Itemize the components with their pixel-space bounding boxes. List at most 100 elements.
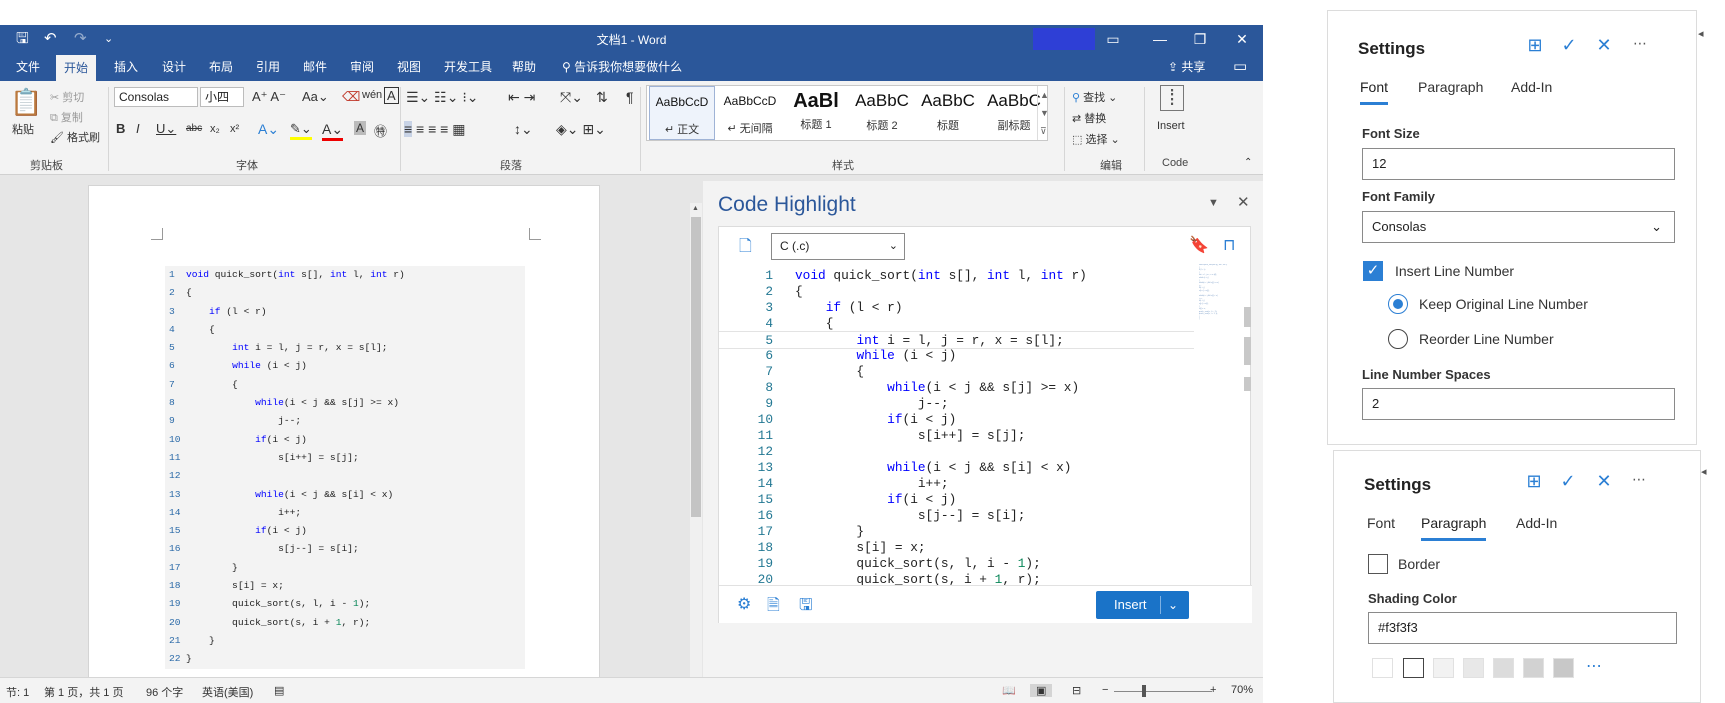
font-size-input[interactable]: 12 xyxy=(1362,148,1675,180)
tab-view[interactable]: 视图 xyxy=(389,53,429,81)
editor-scrollbar[interactable] xyxy=(1244,307,1251,327)
keep-original-radio[interactable] xyxy=(1388,294,1408,314)
close-icon[interactable]: ✕ xyxy=(1592,35,1616,56)
panel-collapse-icon[interactable]: ◂ xyxy=(1701,465,1707,478)
collapse-ribbon-icon[interactable]: ⌃ xyxy=(1244,157,1252,168)
style-normal[interactable]: AaBbCcD ↵ 正文 xyxy=(649,86,715,140)
more-icon[interactable]: ⋯ xyxy=(1627,471,1651,488)
replace-button[interactable]: ⇄ 替换 xyxy=(1072,110,1106,126)
line-number-spaces-input[interactable]: 2 xyxy=(1362,388,1675,420)
color-swatch[interactable] xyxy=(1463,658,1484,678)
tab-file[interactable]: 文件 xyxy=(8,53,48,81)
asian-layout-icon[interactable]: ⤧⌄ xyxy=(560,89,583,106)
insert-button[interactable]: Insert ⌄ xyxy=(1096,591,1189,619)
scroll-up-icon[interactable]: ▲ xyxy=(692,205,699,212)
tab-developer[interactable]: 开发工具 xyxy=(436,53,500,81)
font-family-select[interactable]: Consolas xyxy=(114,87,198,107)
tab-font[interactable]: Font xyxy=(1360,79,1389,105)
language-indicator[interactable]: 英语(美国) xyxy=(202,684,253,700)
checkmark-icon[interactable]: ✓ xyxy=(1557,35,1581,56)
highlight-icon[interactable]: ✎⌄ xyxy=(290,121,312,140)
underline-icon[interactable]: U⌄ xyxy=(156,121,176,137)
find-button[interactable]: ⚲ 查找 ⌄ xyxy=(1072,89,1117,105)
color-swatch[interactable] xyxy=(1433,658,1454,678)
read-mode-icon[interactable]: 📖 xyxy=(1002,684,1016,697)
tell-me-search[interactable]: ⚲ 告诉我你想要做什么 xyxy=(554,53,690,81)
close-button[interactable]: ✕ xyxy=(1222,28,1262,50)
italic-icon[interactable]: I xyxy=(136,121,140,136)
phonetic-guide-icon[interactable]: wén xyxy=(362,89,382,101)
word-count[interactable]: 96 个字 xyxy=(146,684,183,700)
tab-home[interactable]: 开始 xyxy=(56,55,97,81)
zoom-in-icon[interactable]: + xyxy=(1210,684,1216,696)
tab-references[interactable]: 引用 xyxy=(248,53,288,81)
subscript-icon[interactable]: x₂ xyxy=(210,123,220,135)
language-select[interactable]: C (.c) ⌄ xyxy=(771,233,905,260)
pane-options-icon[interactable]: ▼ xyxy=(1208,197,1219,209)
code-editor[interactable]: 1 void quick_sort(int s[], int l, int r) 2… xyxy=(719,263,1252,623)
tab-layout[interactable]: 布局 xyxy=(201,53,241,81)
border-checkbox[interactable] xyxy=(1368,554,1388,574)
style-heading-1[interactable]: AaBl 标题 1 xyxy=(783,86,849,140)
code-insert-button[interactable]: Insert xyxy=(1157,120,1185,132)
print-layout-icon[interactable]: ▣ xyxy=(1030,684,1053,697)
enclose-characters-icon[interactable]: ㊕ xyxy=(374,121,387,140)
copy-button[interactable]: ⧉ 复制 xyxy=(50,109,83,125)
panel-collapse-icon[interactable]: ◂ xyxy=(1698,27,1704,40)
web-layout-icon[interactable]: ⊟ xyxy=(1072,684,1081,697)
document-scrollbar[interactable]: ▲ ▼ xyxy=(690,203,702,703)
paste-icon[interactable]: 📋 xyxy=(10,87,42,118)
account-area[interactable] xyxy=(1033,28,1095,50)
bullets-icon[interactable]: ☰⌄ ☷⌄ ⁝⌄ xyxy=(406,89,479,106)
color-swatch[interactable] xyxy=(1523,658,1544,678)
document-page[interactable]: 1 void quick_sort(int s[], int l, int r) 2… xyxy=(88,185,600,685)
format-painter-button[interactable]: 🖌 格式刷 xyxy=(50,129,100,145)
layout-icon[interactable]: ⊞ xyxy=(1522,471,1546,492)
style-no-spacing[interactable]: AaBbCcD ↵ 无间隔 xyxy=(717,86,783,140)
strikethrough-icon[interactable]: abc xyxy=(186,123,202,134)
code-minimap[interactable]: void quick_sort(int s[], int l, int r){ … xyxy=(1199,264,1237,324)
tab-paragraph[interactable]: Paragraph xyxy=(1418,79,1483,95)
layout-icon[interactable]: ⊞ xyxy=(1523,35,1547,56)
grow-font-icon[interactable]: A⁺ A⁻ xyxy=(252,89,286,105)
page-indicator[interactable]: 第 1 页，共 1 页 xyxy=(44,684,123,700)
font-family-select[interactable]: Consolas ⌄ xyxy=(1362,211,1675,243)
scrollbar-thumb[interactable] xyxy=(691,217,701,517)
change-case-icon[interactable]: Aa⌄ xyxy=(302,89,329,105)
text-effects-icon[interactable]: A⌄ xyxy=(258,121,279,138)
restore-button[interactable]: ❐ xyxy=(1180,28,1220,50)
settings-gear-icon[interactable]: ⚙ xyxy=(737,594,751,614)
styles-gallery[interactable]: AaBbCcD ↵ 正文 AaBbCcD ↵ 无间隔 AaBl 标题 1 AaBbC 标… xyxy=(646,85,1049,141)
bookmark-filled-icon[interactable]: 🔖 xyxy=(1189,235,1209,255)
select-button[interactable]: ⬚ 选择 ⌄ xyxy=(1072,131,1120,147)
paste-button[interactable]: 粘贴 xyxy=(12,121,34,137)
cut-button[interactable]: ✂ 剪切 xyxy=(50,89,84,105)
document-code-block[interactable]: 1 void quick_sort(int s[], int l, int r) 2… xyxy=(165,266,525,669)
align-left-icon[interactable]: ≡ ≡ ≡ ≡ ▦ xyxy=(404,121,465,138)
insert-line-number-checkbox[interactable]: ✓ xyxy=(1363,261,1383,281)
color-swatch[interactable] xyxy=(1372,658,1393,678)
editor-scrollbar-thumb[interactable] xyxy=(1244,337,1251,365)
tab-add-in[interactable]: Add-In xyxy=(1511,79,1552,95)
superscript-icon[interactable]: x² xyxy=(230,123,239,135)
comments-icon[interactable]: ▭ xyxy=(1225,53,1255,81)
pane-close-icon[interactable]: ✕ xyxy=(1237,193,1250,211)
color-swatch[interactable] xyxy=(1493,658,1514,678)
line-spacing-icon[interactable]: ↕⌄ xyxy=(514,121,533,138)
ribbon-display-options-icon[interactable]: ▭ xyxy=(1093,28,1133,50)
color-swatch-selected[interactable] xyxy=(1403,658,1424,678)
show-marks-icon[interactable]: ¶ xyxy=(626,89,634,105)
character-shading-icon[interactable]: A xyxy=(354,121,367,135)
shading-icon[interactable]: ◈⌄ ⊞⌄ xyxy=(556,121,606,138)
font-color-icon[interactable]: A⌄ xyxy=(322,121,344,141)
macro-icon[interactable]: ▤ xyxy=(274,684,284,697)
tab-insert[interactable]: 插入 xyxy=(106,53,146,81)
style-title[interactable]: AaBbC 标题 xyxy=(915,86,981,140)
tab-review[interactable]: 审阅 xyxy=(342,53,382,81)
bold-icon[interactable]: B xyxy=(116,121,125,136)
style-heading-2[interactable]: AaBbC 标题 2 xyxy=(849,86,915,140)
tab-paragraph[interactable]: Paragraph xyxy=(1421,515,1487,541)
export-file-icon[interactable]: 🗎 xyxy=(767,594,780,621)
section-indicator[interactable]: 节: 1 xyxy=(6,684,29,700)
tab-help[interactable]: 帮助 xyxy=(504,53,544,81)
